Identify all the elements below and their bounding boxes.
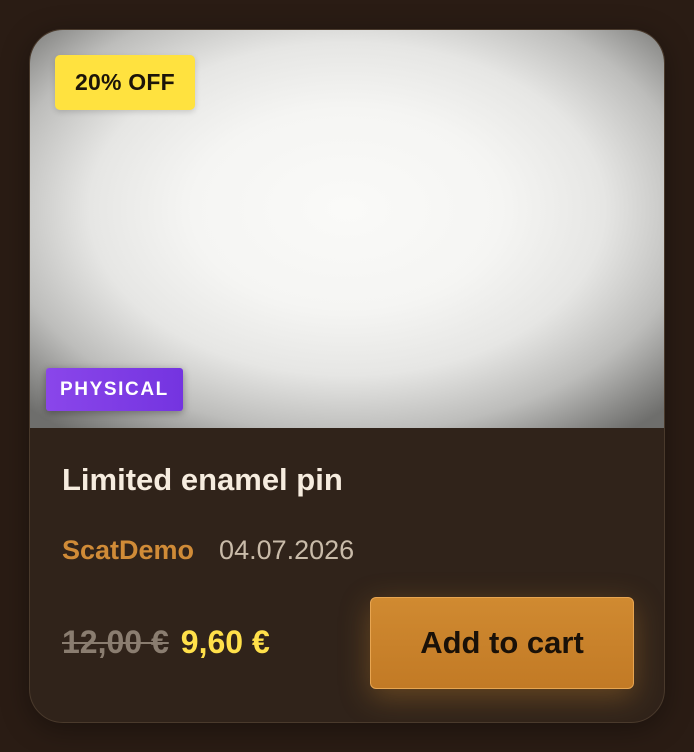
discount-badge: 20% OFF (55, 55, 195, 110)
publish-date: 04.07.2026 (219, 535, 355, 565)
product-meta: ScatDemo 04.07.2026 (62, 530, 354, 570)
sale-price: 9,60 € (180, 624, 270, 660)
add-to-cart-button[interactable]: Add to cart (370, 597, 634, 689)
product-image[interactable]: 20% OFF PHYSICAL (30, 30, 664, 428)
product-type-badge: PHYSICAL (46, 368, 183, 411)
author-link[interactable]: ScatDemo (62, 530, 194, 570)
price-group: 12,00 € 9,60 € (62, 620, 270, 664)
original-price: 12,00 € (62, 624, 169, 660)
product-card[interactable]: 20% OFF PHYSICAL Limited enamel pin Scat… (29, 29, 665, 723)
product-title[interactable]: Limited enamel pin (62, 460, 343, 500)
